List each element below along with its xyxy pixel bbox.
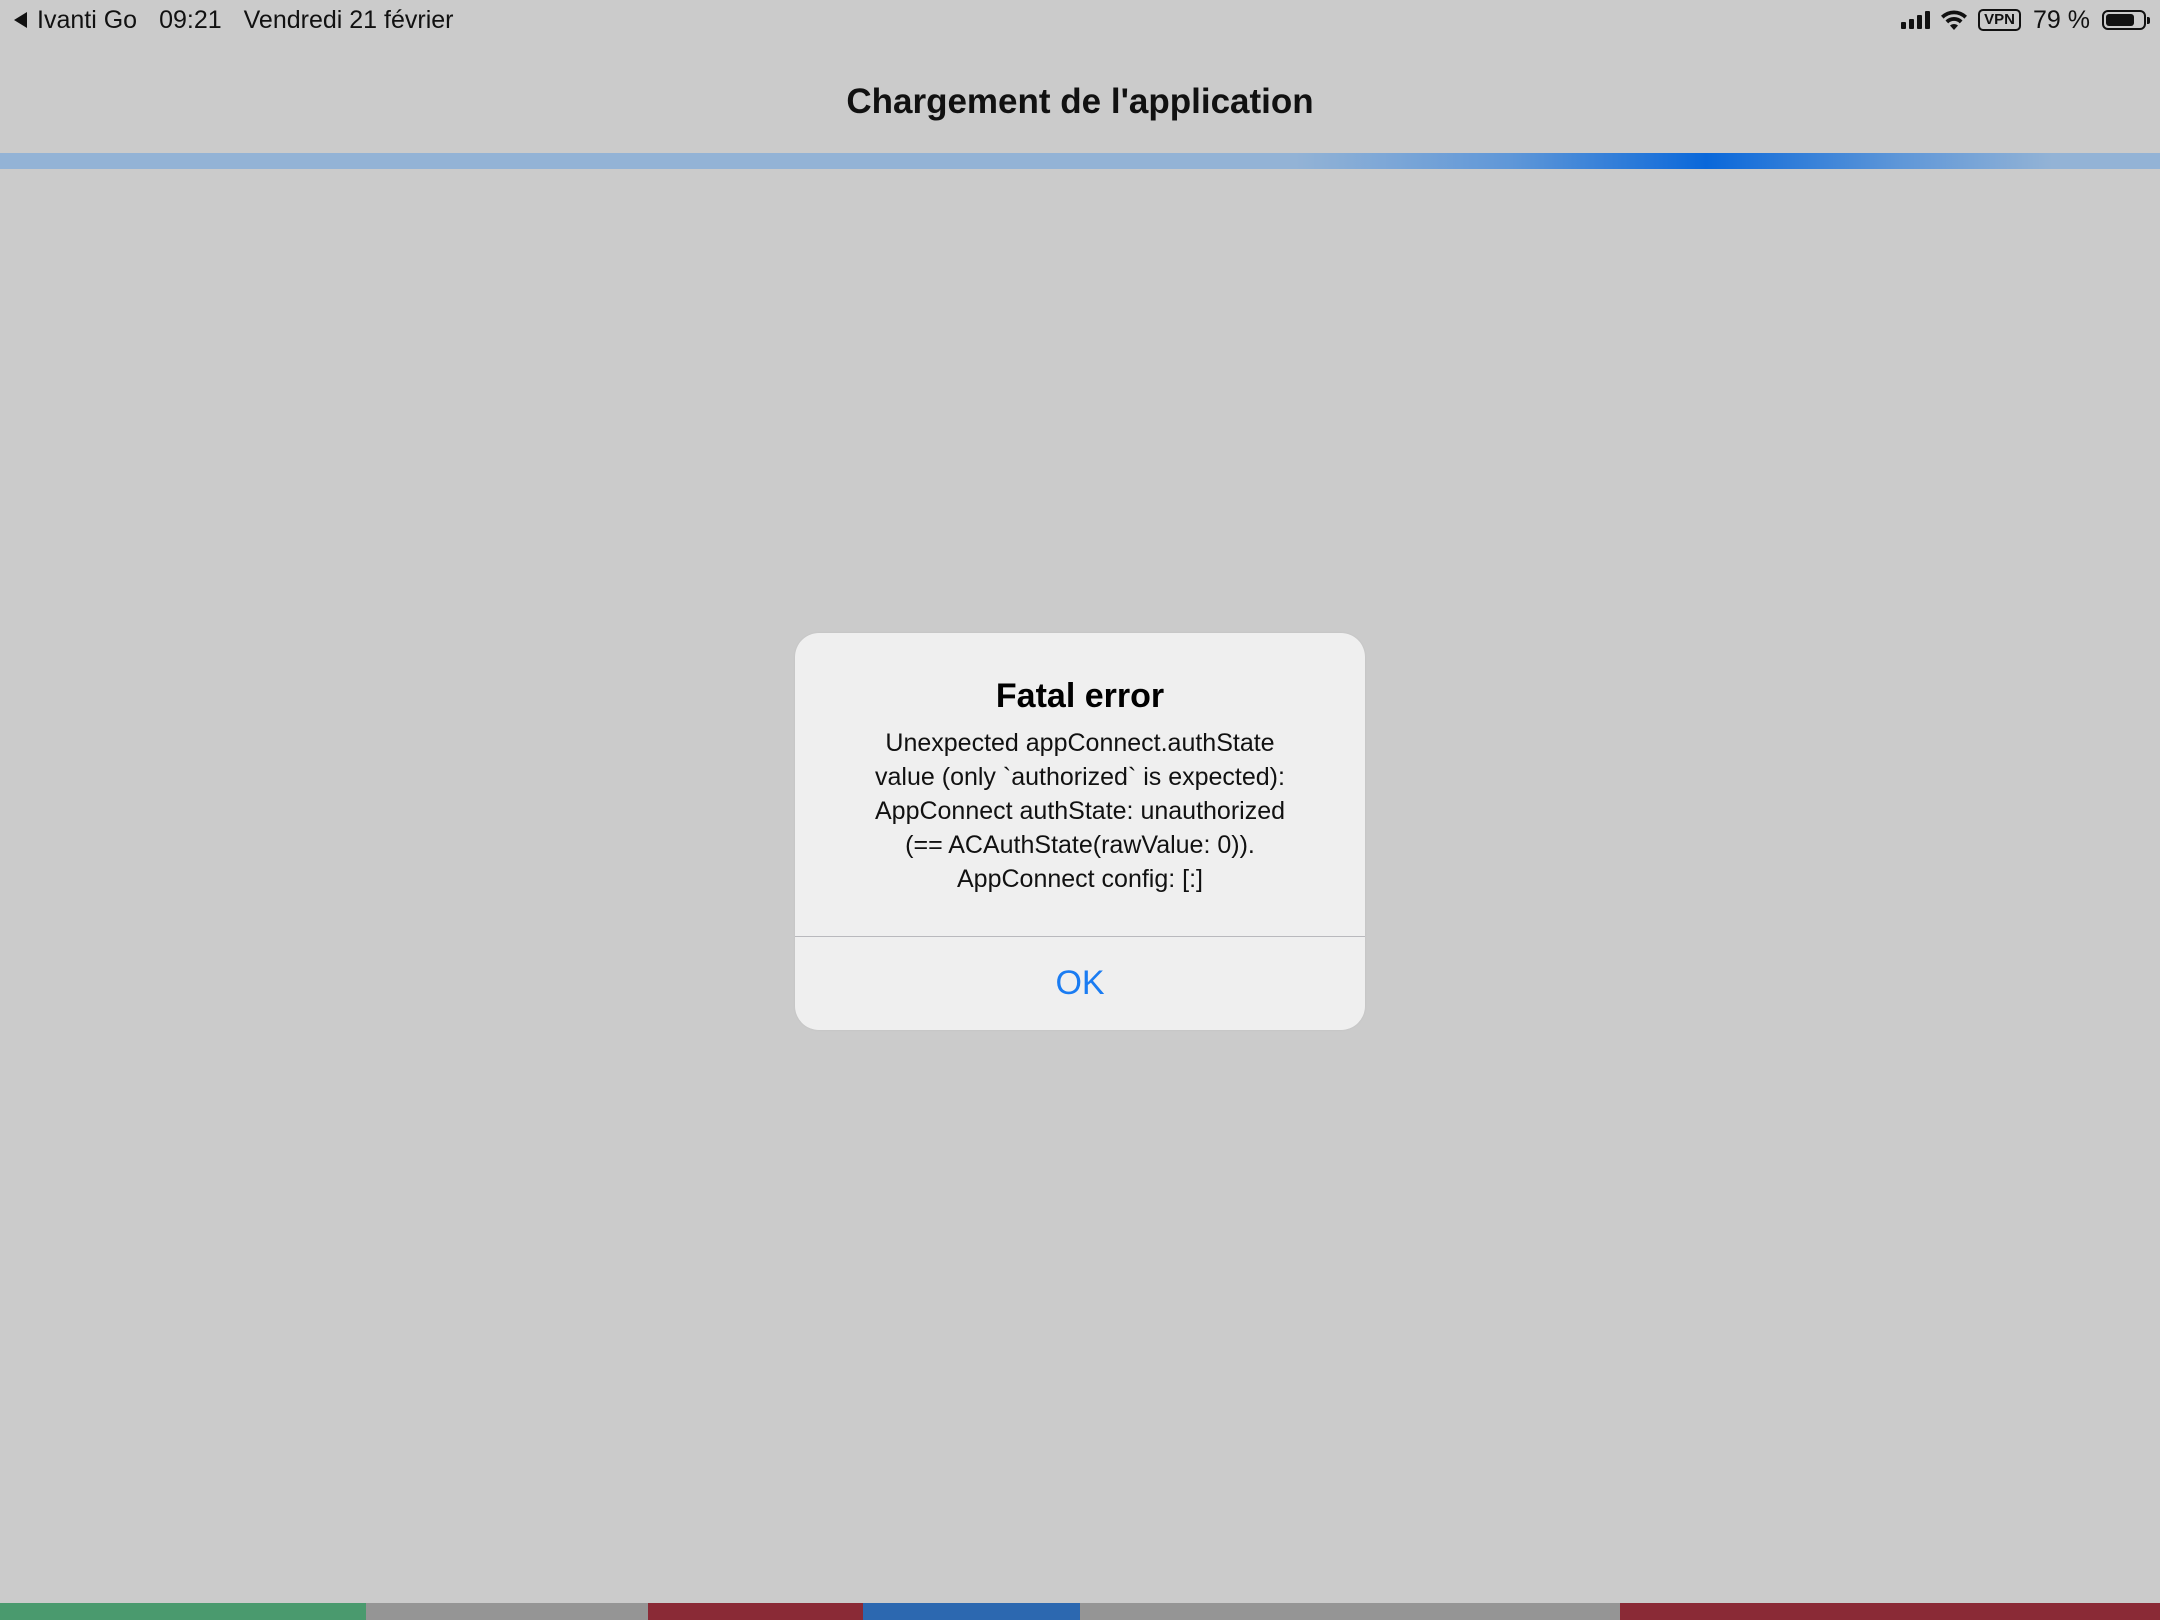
status-date: Vendredi 21 février	[243, 5, 454, 34]
strip-segment-red-2	[1620, 1603, 2160, 1620]
battery-percentage: 79 %	[2033, 5, 2090, 34]
status-bar-right: VPN 79 %	[1898, 5, 2150, 35]
battery-icon	[2102, 10, 2150, 30]
strip-segment-blue	[863, 1603, 1080, 1620]
vpn-badge: VPN	[1978, 9, 2022, 31]
strip-segment-gray	[366, 1603, 648, 1620]
strip-segment-gray-2	[1080, 1603, 1620, 1620]
bottom-color-strip	[0, 1603, 2160, 1620]
status-bar: Ivanti Go 09:21 Vendredi 21 février VPN …	[0, 0, 2160, 40]
alert-title: Fatal error	[995, 677, 1165, 715]
loading-progress-bar	[0, 153, 2160, 169]
back-app-label: Ivanti Go	[37, 5, 138, 34]
battery-level-fill	[2106, 14, 2135, 26]
ok-button[interactable]: OK	[795, 937, 1365, 1030]
back-to-app-button[interactable]: Ivanti Go	[14, 6, 159, 35]
strip-segment-green	[0, 1603, 366, 1620]
alert-message: Unexpected appConnect.authState value (o…	[874, 729, 1286, 893]
back-arrow-icon	[14, 12, 27, 28]
strip-segment-red	[648, 1603, 863, 1620]
status-time: 09:21	[159, 5, 222, 34]
fatal-error-alert: Fatal error Unexpected appConnect.authSt…	[795, 633, 1365, 1030]
wifi-icon	[1940, 9, 1968, 31]
status-bar-left: Ivanti Go 09:21 Vendredi 21 février	[14, 6, 453, 35]
page-title: Chargement de l'application	[846, 82, 1314, 121]
cellular-signal-icon	[1898, 11, 1931, 29]
